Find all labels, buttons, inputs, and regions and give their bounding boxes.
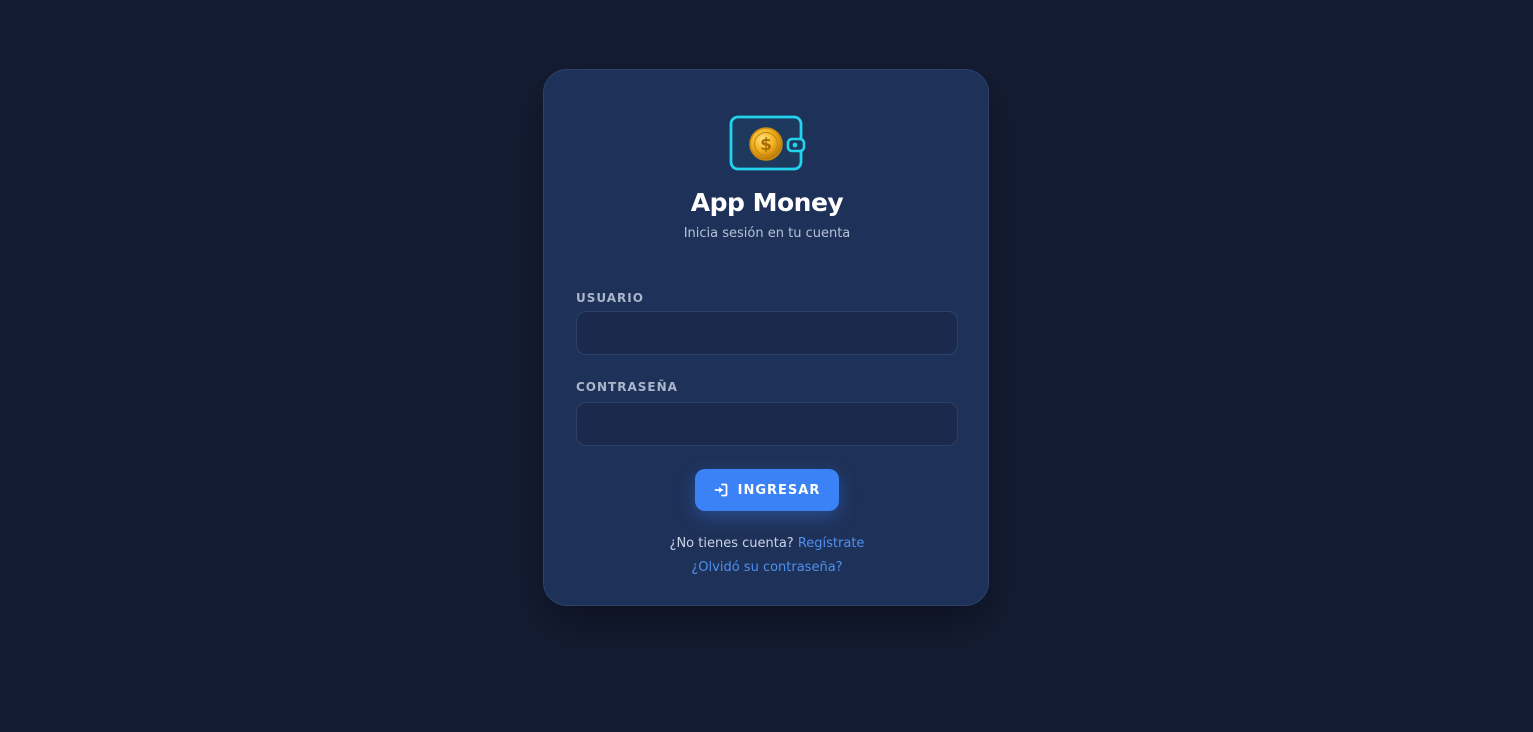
- register-prompt: ¿No tienes cuenta? Regístrate: [544, 536, 990, 551]
- login-icon: [714, 483, 728, 497]
- page: $ App Money Inicia sesión en tu cuenta U…: [0, 0, 1533, 732]
- no-account-text: ¿No tienes cuenta?: [669, 536, 794, 551]
- forgot-password-row: ¿Olvidó su contraseña?: [544, 560, 990, 575]
- wallet-coin-icon: $: [728, 113, 808, 173]
- login-subtitle: Inicia sesión en tu cuenta: [683, 226, 851, 241]
- login-button-label: INGRESAR: [737, 482, 821, 498]
- login-button[interactable]: INGRESAR: [695, 469, 839, 511]
- register-link[interactable]: Regístrate: [798, 536, 865, 551]
- forgot-password-link[interactable]: ¿Olvidó su contraseña?: [691, 560, 842, 575]
- username-label: USUARIO: [576, 291, 644, 305]
- username-input[interactable]: [576, 311, 958, 355]
- app-title: App Money: [690, 188, 844, 217]
- svg-text:$: $: [760, 135, 772, 155]
- login-card: $ App Money Inicia sesión en tu cuenta U…: [543, 69, 989, 606]
- password-input[interactable]: [576, 402, 958, 446]
- password-label: CONTRASEÑA: [576, 380, 678, 394]
